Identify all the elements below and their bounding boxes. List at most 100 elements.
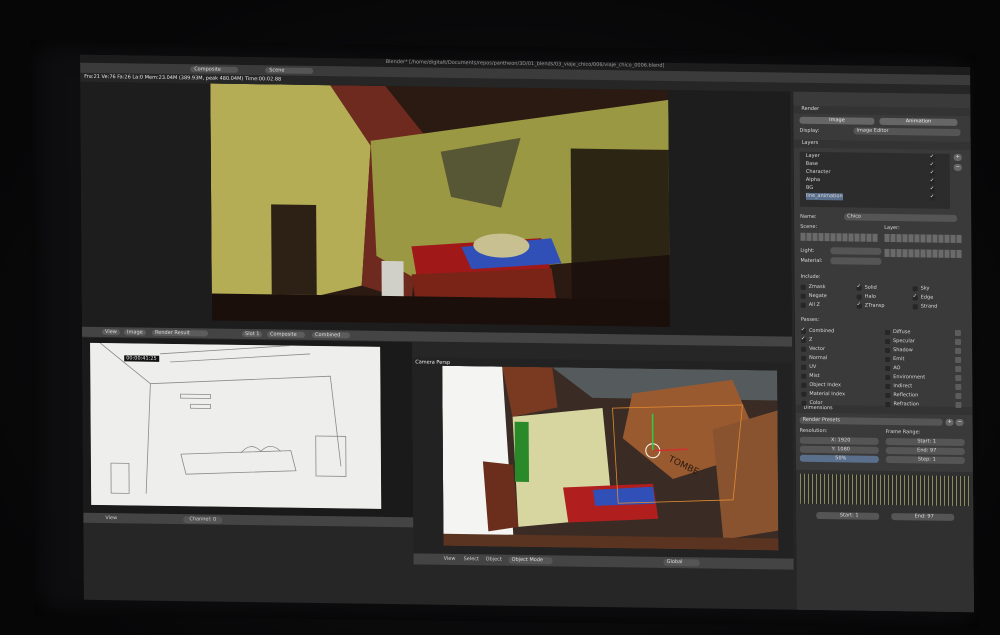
pass-exclude-toggle[interactable] (955, 401, 962, 409)
transform-orientation-select[interactable]: Global (663, 558, 700, 567)
pass-exclude-toggle[interactable] (954, 338, 962, 346)
pass-exclude-toggle[interactable] (955, 365, 962, 373)
pass-checkbox[interactable] (885, 401, 891, 408)
scene-select[interactable]: Scene (265, 67, 314, 74)
layer-checkbox[interactable] (929, 171, 935, 177)
pass-checkbox[interactable] (884, 329, 890, 336)
render-image-button[interactable]: Image (799, 116, 875, 125)
properties-panel: Render Image Animation Display: Image Ed… (792, 91, 974, 613)
add-preset-button[interactable]: + (945, 418, 954, 426)
pass-checkbox[interactable] (801, 346, 807, 352)
layer-item[interactable]: Alpha (806, 177, 820, 184)
include-sky-checkbox[interactable] (912, 286, 918, 292)
timeline-start-field[interactable]: Start: 1 (816, 511, 880, 520)
layer-layer-grid[interactable] (884, 233, 963, 244)
pass-checkbox[interactable] (884, 338, 891, 345)
exclude-layer-grid[interactable] (884, 248, 963, 259)
layer-checkbox[interactable] (929, 163, 935, 169)
pass-exclude-toggle[interactable] (955, 356, 962, 364)
render-image-select[interactable]: Render Result (152, 329, 209, 337)
layer-item[interactable]: Base (806, 161, 818, 168)
layer-item[interactable]: BG (806, 185, 813, 192)
layer-checkbox[interactable] (929, 155, 935, 161)
resolution-label: Resolution: (799, 427, 828, 435)
pass-exclude-toggle[interactable] (954, 329, 961, 337)
resolution-y-field[interactable]: Y: 1080 (799, 445, 879, 454)
viewport-view-menu[interactable]: View (444, 556, 456, 563)
include-zmask-checkbox[interactable] (800, 284, 806, 290)
pass-label: Color (809, 399, 823, 407)
3d-viewport[interactable]: Camera Persp TOMBE (412, 357, 794, 559)
pass-exclude-toggle[interactable] (955, 383, 962, 391)
pass-checkbox[interactable] (885, 392, 891, 399)
name-label: Name: (800, 213, 817, 220)
pass-checkbox[interactable] (800, 328, 806, 334)
frame-end-field[interactable]: End: 97 (885, 446, 965, 456)
sequencer-preview[interactable]: 00:00:41:25 (82, 337, 414, 518)
screen-layout-select[interactable]: Composite (190, 66, 239, 73)
pass-checkbox[interactable] (801, 373, 807, 379)
include-edge-label: Edge (920, 294, 934, 301)
include-solid-checkbox[interactable] (856, 285, 862, 291)
render-view-menu[interactable]: View (102, 329, 120, 336)
viewport-select-menu[interactable]: Select (464, 556, 479, 563)
pass-checkbox[interactable] (800, 337, 807, 343)
include-edge-checkbox[interactable] (912, 295, 918, 301)
display-label: Display: (799, 127, 820, 135)
sequencer-view-menu[interactable]: View (105, 515, 117, 522)
light-override-field[interactable] (830, 247, 882, 255)
layer-name-field[interactable]: Chico (844, 213, 958, 222)
layer-checkbox[interactable] (929, 187, 935, 193)
layer-checkbox[interactable] (929, 179, 935, 185)
add-layer-button[interactable]: + (953, 153, 962, 162)
pass-checkbox[interactable] (885, 347, 891, 354)
include-ztransp-checkbox[interactable] (856, 303, 862, 309)
timeline-end-field[interactable]: End: 97 (891, 513, 955, 521)
render-layer-select[interactable]: Composite (267, 331, 306, 338)
render-presets-select[interactable]: Render Presets (799, 416, 943, 426)
pass-checkbox[interactable] (801, 391, 807, 397)
pass-exclude-toggle[interactable] (955, 374, 962, 382)
remove-layer-button[interactable]: − (953, 163, 962, 172)
render-animation-button[interactable]: Animation (879, 117, 958, 126)
display-select[interactable]: Image Editor (853, 127, 961, 136)
layer-item-active[interactable]: line_animation (805, 192, 843, 201)
pass-checkbox[interactable] (885, 374, 891, 381)
pass-checkbox[interactable] (801, 364, 807, 370)
render-image-menu[interactable]: Image (124, 329, 146, 336)
pass-checkbox[interactable] (885, 365, 891, 372)
layer-checkbox[interactable] (929, 195, 936, 201)
resolution-percentage-slider[interactable]: 50% (799, 454, 879, 463)
render-slot-select[interactable]: Slot 1 (242, 330, 263, 338)
render-section-header[interactable]: Render (793, 105, 972, 117)
include-halo-checkbox[interactable] (856, 294, 862, 300)
include-negate-checkbox[interactable] (800, 293, 806, 299)
include-allz-checkbox[interactable] (800, 302, 806, 308)
pass-checkbox[interactable] (885, 356, 891, 363)
remove-preset-button[interactable]: − (955, 418, 964, 427)
material-override-field[interactable] (830, 257, 882, 265)
pass-label: Combined (808, 327, 835, 335)
scene-layers-label: Scene: (800, 223, 818, 230)
viewport-object-menu[interactable]: Object (486, 556, 502, 563)
pass-checkbox[interactable] (801, 400, 807, 406)
mode-select[interactable]: Object Mode (508, 556, 553, 565)
layer-item[interactable]: Character (806, 169, 831, 176)
resolution-x-field[interactable]: X: 1920 (799, 436, 879, 445)
frame-step-field[interactable]: Step: 1 (885, 455, 965, 465)
render-layers-list[interactable]: Layer Base Character Alpha BG line_anima… (799, 151, 951, 209)
include-strand-checkbox[interactable] (912, 304, 918, 310)
layer-item[interactable]: Layer (806, 153, 820, 160)
pass-checkbox[interactable] (885, 383, 891, 390)
pass-exclude-toggle[interactable] (955, 347, 962, 355)
pass-checkbox[interactable] (801, 355, 807, 361)
image-editor-render[interactable] (80, 81, 792, 337)
pass-checkbox[interactable] (801, 382, 807, 388)
timeline-area[interactable]: Start: 1 End: 97 (795, 469, 974, 613)
frame-start-field[interactable]: Start: 1 (885, 437, 965, 447)
pass-exclude-toggle[interactable] (955, 392, 962, 400)
scene-layer-grid[interactable] (800, 232, 879, 242)
channel-field[interactable]: Channel: 0 (183, 516, 223, 524)
layers-section-header[interactable]: Layers (793, 139, 972, 151)
render-pass-select[interactable]: Combined (312, 331, 351, 339)
